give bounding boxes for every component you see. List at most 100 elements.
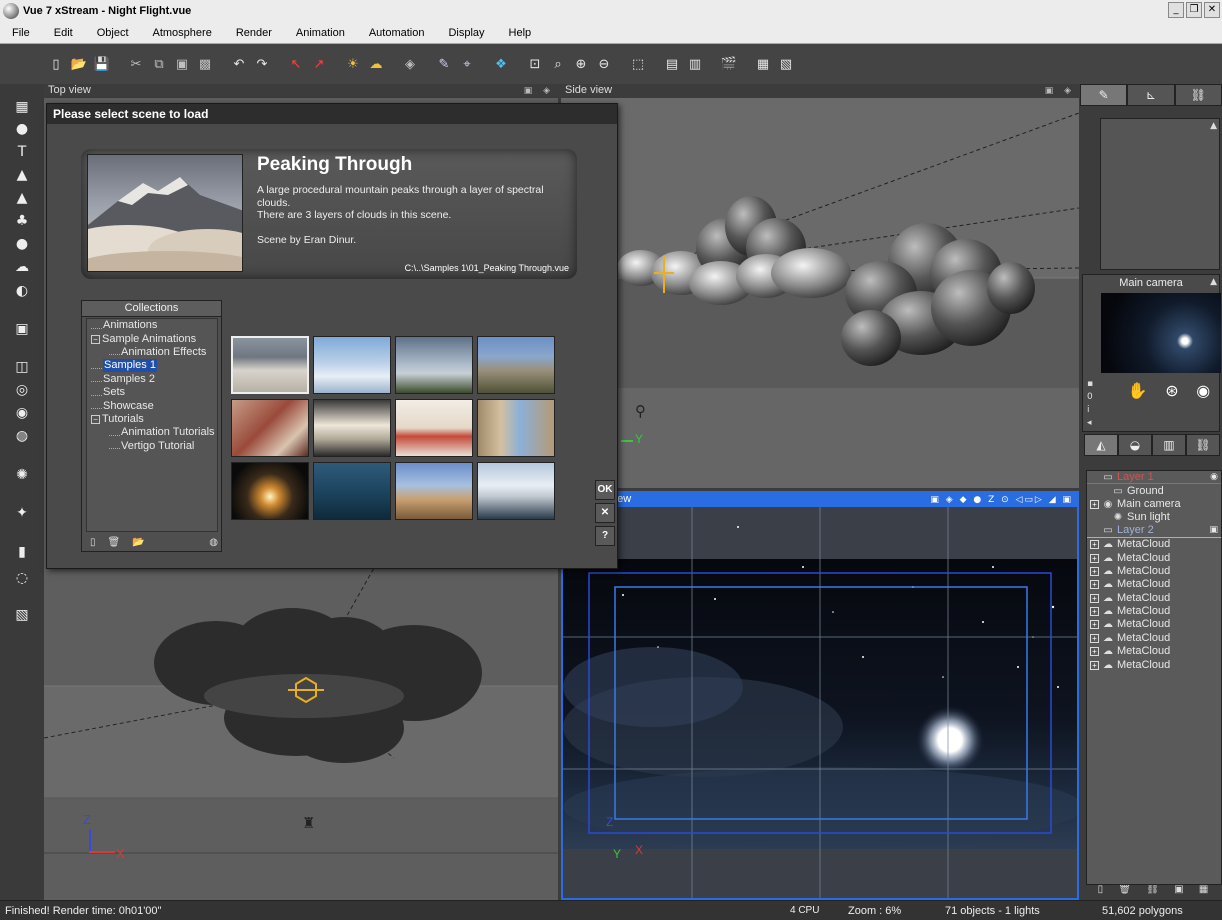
- lock-icon[interactable]: ▣: [1209, 524, 1218, 537]
- metablob-icon[interactable]: ◉: [11, 402, 33, 424]
- rock-icon[interactable]: ●: [11, 233, 33, 255]
- delete-collection-icon[interactable]: 🗑: [108, 537, 121, 548]
- boolean-icon[interactable]: ◎: [11, 379, 33, 401]
- object-row[interactable]: + ☁ MetaCloud: [1087, 632, 1221, 645]
- expand-toggle-icon[interactable]: +: [1090, 580, 1099, 590]
- text-icon[interactable]: T: [11, 141, 33, 163]
- collection-item[interactable]: Showcase: [87, 399, 217, 412]
- side-view-options-icon[interactable]: ▣ ◈: [1045, 85, 1075, 98]
- collapse-toggle-icon[interactable]: −: [91, 414, 100, 424]
- zoom-region-icon[interactable]: ⌕: [548, 54, 568, 74]
- visibility-eye-icon[interactable]: ◉: [1210, 471, 1218, 484]
- top-view-options-icon[interactable]: ▣ ◈: [524, 85, 554, 98]
- settings-icon[interactable]: ◍: [209, 537, 218, 548]
- link-tab-icon[interactable]: ⛓: [1174, 84, 1222, 106]
- delete-layer-icon[interactable]: 🗑: [1118, 884, 1131, 898]
- grid-icon[interactable]: ▦: [11, 96, 33, 118]
- expand-toggle-icon[interactable]: +: [1090, 607, 1099, 617]
- camera-view-options-icon[interactable]: ▣ ◈ ◆ ● Z ⊙ ◁▭▷ ◢ ▣: [930, 494, 1073, 507]
- layer-group-icon[interactable]: ▦: [1199, 884, 1208, 898]
- menu-render[interactable]: Render: [224, 27, 284, 39]
- layer-settings-icon[interactable]: ▣: [1174, 884, 1183, 898]
- ok-button[interactable]: OK: [595, 480, 615, 500]
- open-folder-icon[interactable]: 📂: [132, 537, 144, 548]
- object-row[interactable]: ▭ Ground: [1087, 484, 1221, 497]
- layer-row[interactable]: ▭ Layer 1 ◉: [1087, 471, 1221, 485]
- object-row[interactable]: + ☁ MetaCloud: [1087, 538, 1221, 551]
- expand-toggle-icon[interactable]: +: [1090, 620, 1099, 630]
- collection-item[interactable]: − Tutorials: [87, 413, 217, 426]
- material-icon[interactable]: ◈: [400, 54, 420, 74]
- side-view-viewport[interactable]: Side view ▣ ◈ ⚲ Y: [561, 84, 1079, 488]
- render-area-icon[interactable]: ▥: [685, 54, 705, 74]
- undo-icon[interactable]: ↶: [229, 54, 249, 74]
- render-film-icon[interactable]: ▤: [662, 54, 682, 74]
- eye-icon[interactable]: ◉: [1196, 381, 1210, 400]
- thumb-arched-hall[interactable]: [477, 399, 555, 457]
- collection-item[interactable]: Sets: [87, 386, 217, 399]
- menu-file[interactable]: File: [0, 27, 42, 39]
- cloud-icon[interactable]: ☁: [11, 256, 33, 278]
- pick-pointer-icon[interactable]: ↗: [309, 54, 329, 74]
- zoom-out-icon[interactable]: ⊖: [594, 54, 614, 74]
- save-view-icon[interactable]: ▪: [1087, 379, 1097, 389]
- camera-view-viewport[interactable]: Camera view ▣ ◈ ◆ ● Z ⊙ ◁▭▷ ◢ ▣: [561, 491, 1079, 900]
- save-icon[interactable]: 💾: [92, 54, 112, 74]
- object-row[interactable]: + ☁ MetaCloud: [1087, 565, 1221, 578]
- object-row[interactable]: + ☁ MetaCloud: [1087, 551, 1221, 564]
- thumb-desert-rock[interactable]: [395, 462, 473, 520]
- camera-scroll-up-icon[interactable]: ▲: [1210, 277, 1217, 287]
- export-icon[interactable]: ▧: [11, 604, 33, 626]
- expand-toggle-icon[interactable]: +: [1090, 633, 1099, 643]
- select-pointer-icon[interactable]: ↖: [286, 54, 306, 74]
- menu-edit[interactable]: Edit: [42, 27, 85, 39]
- collection-item[interactable]: Animation Effects: [87, 346, 217, 359]
- library-tab-icon[interactable]: ▥: [1152, 434, 1186, 456]
- left-arrow-icon[interactable]: ◂: [1087, 418, 1097, 428]
- menu-object[interactable]: Object: [85, 27, 141, 39]
- thumb-underwater[interactable]: [313, 462, 391, 520]
- zero-icon[interactable]: 0: [1087, 392, 1097, 402]
- object-row[interactable]: + ☁ MetaCloud: [1087, 658, 1221, 671]
- layers-tab-icon[interactable]: ◭: [1084, 434, 1118, 456]
- thumb-modern-living[interactable]: [313, 399, 391, 457]
- thumb-white-room[interactable]: [395, 399, 473, 457]
- drop-icon[interactable]: ◌: [11, 567, 33, 589]
- zoom-fit-icon[interactable]: ⊡: [525, 54, 545, 74]
- collection-item[interactable]: Samples 1: [87, 359, 217, 373]
- group-icon[interactable]: ◫: [11, 356, 33, 378]
- expand-toggle-icon[interactable]: +: [1090, 553, 1099, 563]
- zoom-in-icon[interactable]: ⊕: [571, 54, 591, 74]
- thumb-rocky-cliff[interactable]: [477, 336, 555, 394]
- expand-toggle-icon[interactable]: +: [1090, 660, 1099, 670]
- help-button[interactable]: ?: [595, 526, 615, 546]
- object-row[interactable]: + ☁ MetaCloud: [1087, 578, 1221, 591]
- load-atmosphere-icon[interactable]: ☀: [343, 54, 363, 74]
- close-button[interactable]: ✕: [1204, 2, 1220, 18]
- cancel-button[interactable]: ✕: [595, 503, 615, 523]
- object-row[interactable]: + ☁ MetaCloud: [1087, 592, 1221, 605]
- object-row[interactable]: + ☁ MetaCloud: [1087, 605, 1221, 618]
- object-row[interactable]: + ☁ MetaCloud: [1087, 618, 1221, 631]
- display-options-icon[interactable]: ▧: [776, 54, 796, 74]
- symmetric-terrain-icon[interactable]: ▲: [11, 187, 33, 209]
- duplicate-icon[interactable]: ▩: [195, 54, 215, 74]
- redo-icon[interactable]: ↷: [252, 54, 272, 74]
- collection-item[interactable]: Animations: [87, 319, 217, 332]
- plant-icon[interactable]: ♣: [11, 210, 33, 232]
- thumb-cloudy-plain[interactable]: [395, 336, 473, 394]
- terrain-icon[interactable]: ▲: [11, 164, 33, 186]
- expand-toggle-icon[interactable]: +: [1090, 540, 1099, 550]
- pan-hand-icon[interactable]: ✋: [1128, 381, 1148, 400]
- clapperboard-icon[interactable]: 🎬: [719, 54, 739, 74]
- thumb-peaking-through[interactable]: [231, 336, 309, 394]
- open-file-icon[interactable]: 📂: [69, 54, 89, 74]
- copy-icon[interactable]: ⧉: [149, 54, 169, 74]
- clouds-icon[interactable]: ☁: [366, 54, 386, 74]
- pick-material-icon[interactable]: ⌖: [457, 54, 477, 74]
- camera-icon[interactable]: ✦: [11, 502, 33, 524]
- frame-object-icon[interactable]: ⬚: [628, 54, 648, 74]
- new-collection-icon[interactable]: ▯: [90, 537, 96, 548]
- paste-icon[interactable]: ▣: [172, 54, 192, 74]
- minimize-button[interactable]: _: [1168, 2, 1184, 18]
